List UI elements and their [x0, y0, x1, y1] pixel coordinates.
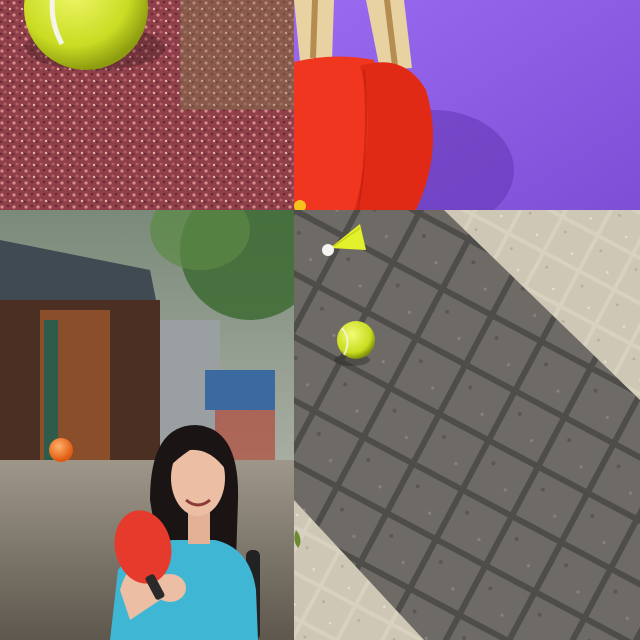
ping-pong-paddles-image — [294, 0, 640, 210]
ball-and-shuttlecock-on-tiles-image — [294, 210, 640, 640]
woman-with-paddle-photo — [0, 210, 294, 640]
ping-pong-paddles-photo — [294, 0, 640, 210]
tennis-ball-on-gravel-image — [0, 0, 294, 210]
ping-pong-ball — [49, 438, 73, 462]
photo-collage — [0, 0, 640, 640]
red-paddles — [294, 56, 434, 210]
ball-and-shuttlecock-on-tiles-photo — [294, 210, 640, 640]
tennis-ball-on-gravel-photo — [0, 0, 294, 210]
woman-with-paddle-image — [0, 210, 294, 640]
